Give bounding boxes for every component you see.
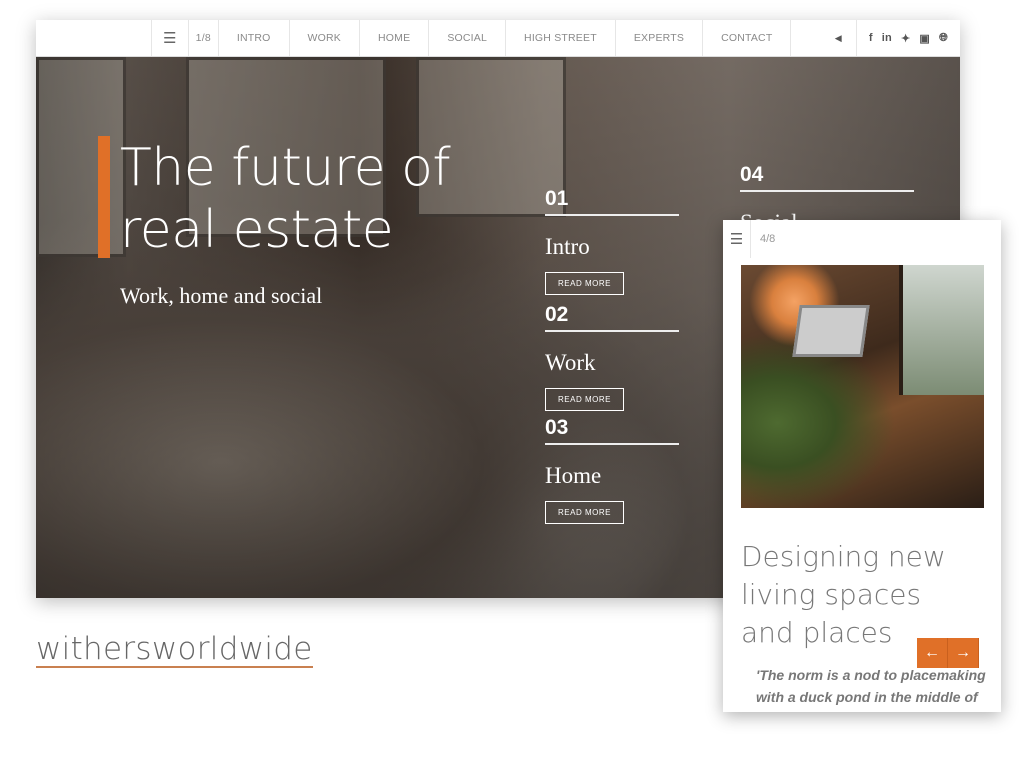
read-more-button[interactable]: READ MORE	[545, 501, 624, 524]
menu-icon[interactable]: ☰	[723, 220, 751, 258]
hero-subtitle: Work, home and social	[120, 283, 323, 308]
nav-high-street[interactable]: HIGH STREET	[505, 20, 615, 56]
social-links: f in ✦ ▣ 🌐︎	[855, 20, 960, 56]
accent-bar	[98, 136, 110, 258]
speaker-icon[interactable]: ◀	[821, 20, 856, 56]
facebook-icon[interactable]: f	[869, 32, 873, 44]
section-work: 02 Work READ MORE	[545, 303, 679, 411]
mobile-nav: ☰ 4/8	[723, 220, 1001, 258]
background-window	[36, 57, 126, 257]
read-more-button[interactable]: READ MORE	[545, 272, 624, 295]
twitter-icon[interactable]: ✦	[901, 32, 910, 45]
nav-intro[interactable]: INTRO	[217, 20, 289, 56]
linkedin-icon[interactable]: in	[882, 32, 892, 44]
hero-title: The future of real estate	[120, 138, 451, 260]
nav-work[interactable]: WORK	[288, 20, 359, 56]
nav-experts[interactable]: EXPERTS	[614, 20, 702, 56]
quote: 'The norm is a nod to placemaking with a …	[756, 667, 986, 705]
section-intro: 01 Intro READ MORE	[545, 187, 679, 295]
nav-home[interactable]: HOME	[359, 20, 428, 56]
section-home: 03 Home READ MORE	[545, 416, 679, 524]
top-nav: ☰ 1/8 INTRO WORK HOME SOCIAL HIGH STREET…	[36, 20, 960, 57]
globe-icon[interactable]: 🌐︎	[939, 32, 948, 45]
page-indicator: 1/8	[187, 20, 218, 56]
mobile-title: Designing new living spaces and places	[741, 540, 946, 649]
menu-icon[interactable]: ☰	[151, 20, 188, 56]
withersworldwide-logo: withersworldwide	[36, 631, 313, 668]
mobile-site-preview: ☰ 4/8 Designing new living spaces and pl…	[723, 220, 1001, 712]
laptop	[792, 305, 870, 357]
instagram-icon[interactable]: ▣	[919, 32, 930, 45]
nav-social[interactable]: SOCIAL	[428, 20, 505, 56]
read-more-button[interactable]: READ MORE	[545, 388, 624, 411]
desk-photo	[741, 265, 984, 508]
page-indicator: 4/8	[760, 233, 776, 245]
nav-contact[interactable]: CONTACT	[702, 20, 790, 56]
